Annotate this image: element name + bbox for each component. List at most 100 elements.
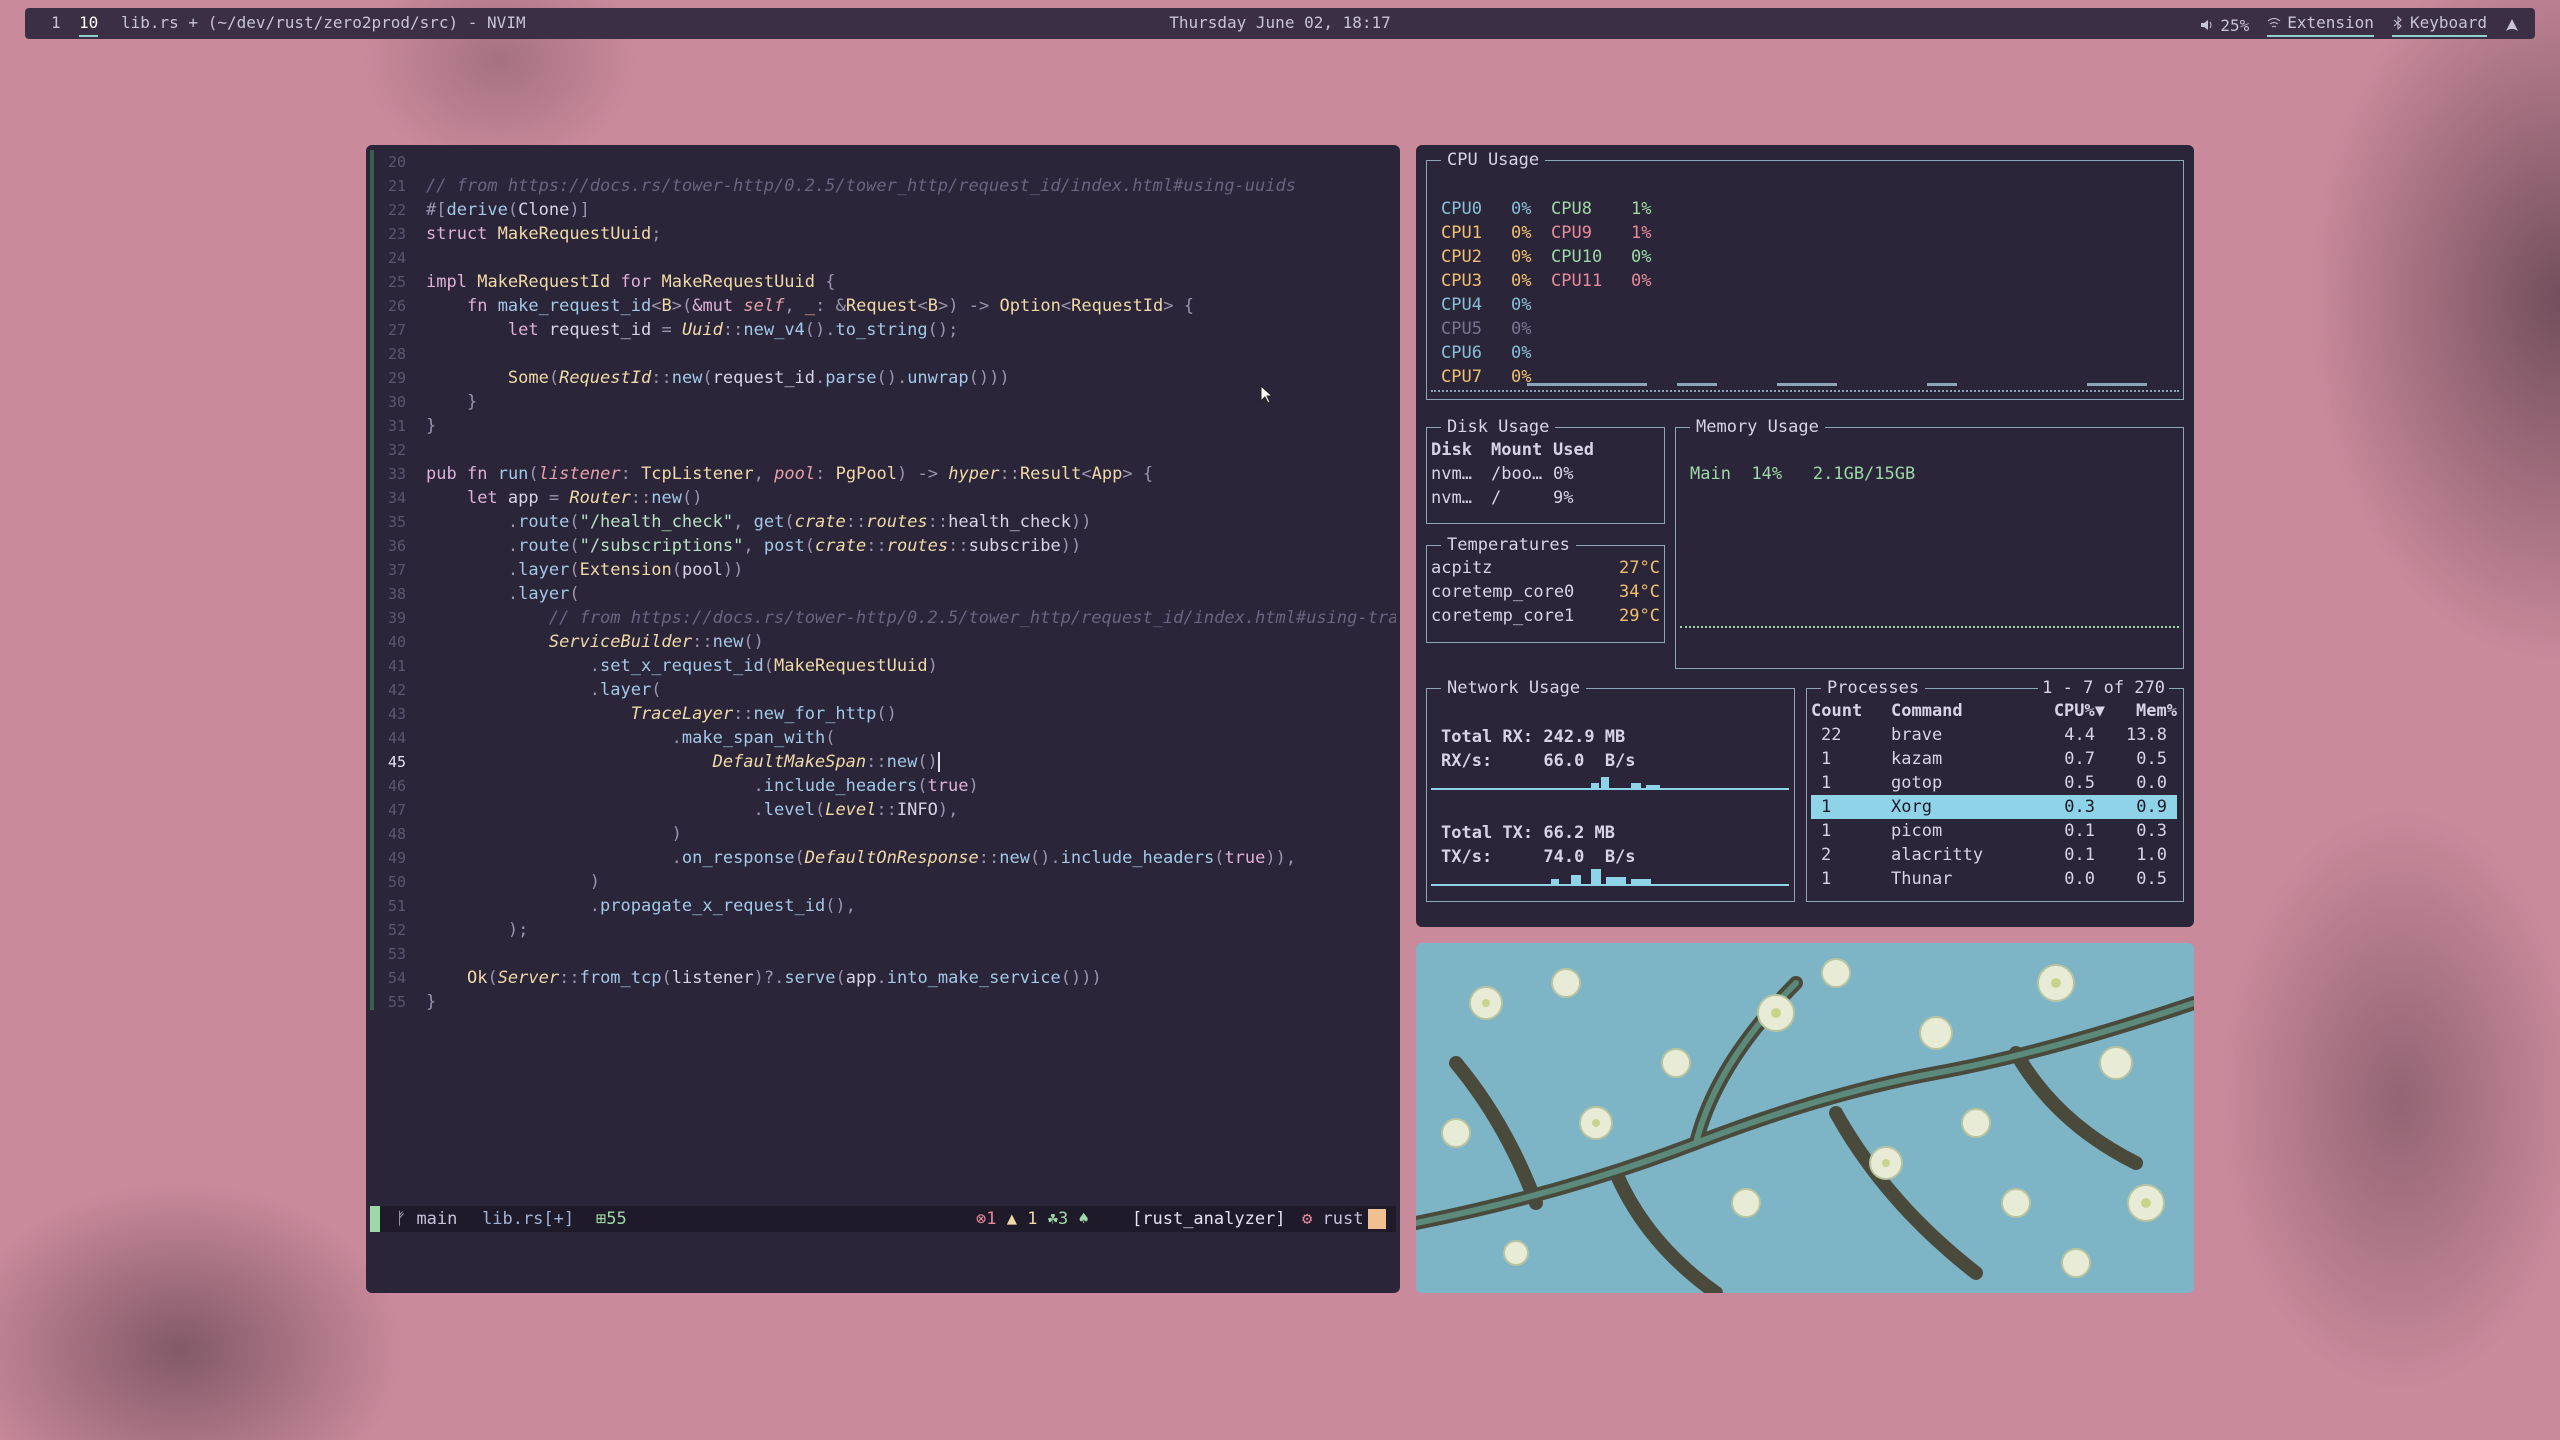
cpu-value: 0% [1631, 247, 1652, 267]
disk-row[interactable]: nvm… / 9% [1431, 486, 1613, 510]
cpu-value: 0% [1511, 295, 1532, 315]
code-line[interactable]: 46 .include_headers(true) [376, 774, 1396, 798]
cpu-list: CPU0 0% CPU8 1% CPU1 0% CPU9 1% CPU2 0% CPU10 0% CPU… [1441, 197, 1671, 389]
process-column-header[interactable]: Command [1891, 699, 2021, 723]
process-row[interactable]: 1 Xorg 0.3 0.9 [1811, 795, 2177, 819]
cpu-name: CPU11 [1551, 271, 1603, 291]
line-number: 20 [387, 153, 406, 171]
cpu-name: CPU2 [1441, 247, 1482, 267]
disk-column-header[interactable]: Mount [1491, 438, 1553, 462]
code-line[interactable]: 50 ) [376, 870, 1396, 894]
disk-column-header[interactable]: Used [1553, 438, 1613, 462]
disk-usage-panel: Disk Usage Disk Mount Used nvm…/boo… 0% nvm…… [1426, 415, 1665, 524]
lsp-name: [rust_analyzer] [1132, 1209, 1286, 1229]
line-number: 21 [387, 177, 406, 195]
code-buffer[interactable]: 20 21 // from https://docs.rs/tower-http/0… [376, 150, 1396, 1014]
code-line[interactable]: 31} [376, 414, 1396, 438]
git-branch: ᚠ main [396, 1206, 457, 1232]
line-number: 22 [387, 201, 406, 219]
code-line[interactable]: 45 DefaultMakeSpan::new() [376, 750, 1396, 774]
process-column-header[interactable]: Count [1811, 699, 1891, 723]
process-row[interactable]: 1 picom 0.1 0.3 [1811, 819, 2177, 843]
code-line[interactable]: 29 Some(RequestId::new(request_id.parse(… [376, 366, 1396, 390]
line-number: 31 [387, 417, 406, 435]
memory-usage-title: Memory Usage [1690, 415, 1825, 439]
progress-block [1368, 1209, 1386, 1229]
code-line[interactable]: 51 .propagate_x_request_id(), [376, 894, 1396, 918]
clock: Thursday June 02, 18:17 [1169, 13, 1391, 32]
network-usage-panel: Network Usage Total RX: 242.9 MB RX/s: 6… [1426, 676, 1795, 902]
process-row[interactable]: 22 brave 4.4 13.8 [1811, 723, 2177, 747]
code-line[interactable]: 22 #[derive(Clone)] [376, 198, 1396, 222]
process-row[interactable]: 1 kazam 0.7 0.5 [1811, 747, 2177, 771]
code-line[interactable]: 27 let request_id = Uuid::new_v4().to_st… [376, 318, 1396, 342]
network-usage-title: Network Usage [1441, 676, 1587, 700]
process-cell: 0.9 [2105, 795, 2177, 819]
code-line[interactable]: 32 [376, 438, 1396, 462]
code-line[interactable]: 55} [376, 990, 1396, 1014]
code-line[interactable]: 47 .level(Level::INFO), [376, 798, 1396, 822]
notification-indicator[interactable] [2505, 13, 2519, 37]
neovim-window[interactable]: 20 21 // from https://docs.rs/tower-http/0… [366, 145, 1400, 1293]
process-cell: 0.5 [2136, 869, 2167, 889]
process-cell: 22 [1821, 725, 1842, 745]
arch-icon [2506, 19, 2518, 31]
line-text: ) [589, 872, 601, 892]
code-line[interactable]: 40 ServiceBuilder::new() [376, 630, 1396, 654]
temperature-row: acpitz 27°C [1431, 556, 1660, 580]
code-line[interactable]: 43 TraceLayer::new_for_http() [376, 702, 1396, 726]
keyboard-indicator[interactable]: Keyboard [2391, 13, 2487, 37]
code-line[interactable]: 23 struct MakeRequestUuid; [376, 222, 1396, 246]
disk-usage-title: Disk Usage [1441, 415, 1556, 439]
code-line[interactable]: 33 pub fn run(listener: TcpListener, pool… [376, 462, 1396, 486]
disk-column-header[interactable]: Disk [1431, 438, 1491, 462]
warning-count: 1 [1027, 1209, 1038, 1229]
sensor-name: coretemp_core0 [1431, 582, 1575, 602]
line-text [406, 150, 426, 174]
process-cell: 1 [1821, 749, 1832, 769]
code-line[interactable]: 41 .set_x_request_id(MakeRequestUuid) [376, 654, 1396, 678]
code-line[interactable]: 24 [376, 246, 1396, 270]
code-line[interactable]: 53 [376, 942, 1396, 966]
process-column-header[interactable]: CPU%▼ [2021, 699, 2105, 723]
code-line[interactable]: 26 fn make_request_id<B>(&mut self, _: &… [376, 294, 1396, 318]
code-line[interactable]: 42 .layer( [376, 678, 1396, 702]
disk-row[interactable]: nvm… /boo… 0% [1431, 462, 1613, 486]
disk-cell: nvm… [1431, 488, 1472, 508]
code-line[interactable]: 35 .route("/health_check", get(crate::ro… [376, 510, 1396, 534]
process-column-header[interactable]: Mem% [2105, 699, 2177, 723]
code-line[interactable]: 49 .on_response(DefaultOnResponse::new()… [376, 846, 1396, 870]
code-line[interactable]: 44 .make_span_with( [376, 726, 1396, 750]
code-line[interactable]: 36 .route("/subscriptions", post(crate::… [376, 534, 1396, 558]
process-table: Count Command CPU%▼ Mem% 22 brave 4.4 13.8 1 kaz… [1811, 699, 2177, 891]
code-line[interactable]: 48 ) [376, 822, 1396, 846]
volume-indicator[interactable]: 25% [2200, 13, 2249, 37]
volume-label: 25% [2220, 15, 2250, 35]
cpu-value: 0% [1511, 247, 1532, 267]
code-line[interactable]: 25 impl MakeRequestId for MakeRequestUuid… [376, 270, 1396, 294]
cpu-name: CPU0 [1441, 199, 1482, 219]
process-row[interactable]: 1 Thunar 0.0 0.5 [1811, 867, 2177, 891]
code-line[interactable]: 34 let app = Router::new() [376, 486, 1396, 510]
process-cell: 0.1 [2064, 845, 2095, 865]
gotop-window[interactable]: CPU Usage CPU0 0% CPU8 1% CPU1 0% CPU9 1% CPU2 0%… [1416, 145, 2194, 927]
code-line[interactable]: 38 .layer( [376, 582, 1396, 606]
process-row[interactable]: 2 alacritty 0.1 1.0 [1811, 843, 2177, 867]
code-line[interactable]: 20 [376, 150, 1396, 174]
code-line[interactable]: 28 [376, 342, 1396, 366]
code-line[interactable]: 54 Ok(Server::from_tcp(listener)?.serve(… [376, 966, 1396, 990]
code-line[interactable]: 37 .layer(Extension(pool)) [376, 558, 1396, 582]
code-line[interactable]: 30 } [376, 390, 1396, 414]
extension-indicator[interactable]: Extension [2267, 13, 2374, 37]
process-row[interactable]: 1 gotop 0.5 0.0 [1811, 771, 2177, 795]
line-text: .on_response(DefaultOnResponse::new().in… [671, 848, 1297, 868]
cpu-empty [1551, 341, 1631, 365]
sensor-name: coretemp_core1 [1431, 606, 1575, 626]
process-cell: Thunar [1891, 869, 1953, 889]
cpu-empty [1631, 341, 1671, 365]
code-line[interactable]: 21 // from https://docs.rs/tower-http/0.2… [376, 174, 1396, 198]
code-line[interactable]: 52 ); [376, 918, 1396, 942]
wifi-icon [2267, 17, 2281, 27]
line-text: #[derive(Clone)] [426, 200, 590, 220]
code-line[interactable]: 39 // from https://docs.rs/tower-http/0.… [376, 606, 1396, 630]
